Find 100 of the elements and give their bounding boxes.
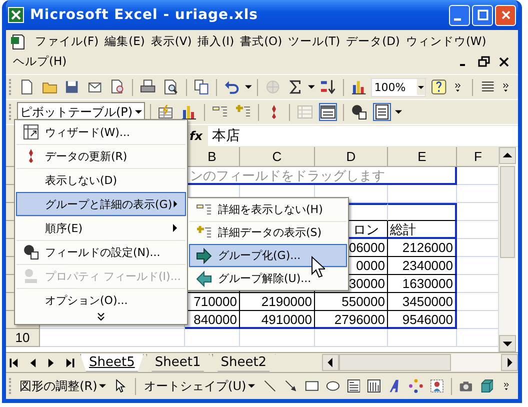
vertical-textbox-icon[interactable] bbox=[367, 378, 382, 394]
workbook-icon bbox=[10, 34, 26, 50]
cube-icon[interactable] bbox=[480, 378, 494, 394]
bar-chart-icon[interactable] bbox=[350, 79, 366, 95]
line-icon[interactable] bbox=[263, 378, 278, 394]
copy-icon[interactable] bbox=[194, 79, 210, 95]
maximize-icon bbox=[476, 8, 490, 22]
menu-item[interactable]: オプション(O)... bbox=[16, 288, 186, 312]
caret-icon bbox=[248, 384, 256, 388]
field-settings-icon bbox=[23, 244, 39, 260]
menu-item[interactable]: 編集(E) bbox=[102, 33, 148, 50]
sheet-tab[interactable]: Sheet2 bbox=[212, 354, 276, 372]
textbox-icon[interactable] bbox=[346, 378, 360, 394]
menu-item[interactable]: 順序(E) bbox=[16, 216, 186, 240]
column-header[interactable]: B bbox=[185, 147, 240, 167]
table-cell bbox=[388, 185, 457, 203]
menu-item[interactable]: ヘルプ(H) bbox=[10, 53, 70, 70]
undo-icon[interactable] bbox=[224, 79, 240, 95]
form-icon[interactable] bbox=[320, 104, 336, 120]
menu-item[interactable]: ファイル(F) bbox=[32, 33, 102, 50]
row-header[interactable]: 10 bbox=[6, 329, 40, 347]
table-cell: 3450000 bbox=[388, 293, 457, 311]
print-icon[interactable] bbox=[140, 79, 156, 95]
function-label: fx bbox=[188, 129, 204, 143]
menu-item[interactable]: 書式(O) bbox=[237, 33, 286, 50]
arrow-icon[interactable] bbox=[284, 378, 298, 394]
sheet-tab[interactable]: Sheet5 bbox=[80, 354, 144, 372]
table-cell: 1630000 bbox=[388, 275, 457, 293]
caret-icon bbox=[417, 79, 426, 95]
restore-icon[interactable] bbox=[478, 56, 490, 68]
menu-item[interactable]: グループ化(G)... bbox=[189, 244, 347, 267]
menu-item[interactable]: データ(D) bbox=[343, 33, 403, 50]
show-detail-icon bbox=[196, 224, 212, 240]
menu-item[interactable]: フィールドの設定(N)... bbox=[16, 240, 186, 264]
scroll-thumb[interactable] bbox=[339, 354, 451, 371]
field-list-icon[interactable] bbox=[374, 104, 390, 120]
menu-item[interactable]: ツール(T) bbox=[285, 33, 344, 50]
column-header[interactable]: F bbox=[457, 147, 498, 167]
diagram-icon[interactable] bbox=[409, 378, 424, 394]
right-arrow-icon bbox=[196, 248, 212, 264]
table-cell: 2796000 bbox=[315, 311, 388, 329]
window-title: Microsoft Excel - uriage.xls bbox=[30, 7, 258, 23]
arrange-menu-button[interactable]: 図形の調整(R) bbox=[16, 376, 110, 396]
menu-item[interactable]: 表示(V) bbox=[148, 33, 195, 50]
scroll-right-icon[interactable] bbox=[501, 354, 518, 371]
close-button[interactable] bbox=[495, 4, 516, 26]
caret-icon[interactable] bbox=[244, 85, 252, 89]
table-cell: 9546000 bbox=[388, 311, 457, 329]
sheet-tab[interactable]: Sheet1 bbox=[146, 354, 210, 372]
minimize-button[interactable] bbox=[449, 4, 470, 26]
caret-icon bbox=[134, 110, 142, 114]
menu-item[interactable]: データの更新(R) bbox=[16, 144, 186, 168]
column-header[interactable]: C bbox=[240, 147, 315, 167]
column-header[interactable]: D bbox=[315, 147, 388, 167]
help-icon[interactable] bbox=[431, 79, 447, 95]
scroll-down-icon[interactable] bbox=[499, 335, 516, 352]
save-icon[interactable] bbox=[64, 79, 80, 95]
menu-item[interactable]: ウィザード(W)... bbox=[16, 120, 186, 144]
print-preview-icon[interactable] bbox=[162, 79, 179, 95]
zoom-value: 100% bbox=[374, 80, 406, 94]
sum-icon[interactable] bbox=[287, 79, 304, 95]
scroll-up-icon[interactable] bbox=[499, 147, 516, 164]
menu-item[interactable]: 挿入(I) bbox=[194, 33, 238, 50]
table-cell: 2190000 bbox=[240, 293, 315, 311]
bar-chart-icon[interactable] bbox=[180, 104, 197, 120]
scroll-left-icon[interactable] bbox=[322, 354, 339, 371]
new-document-icon[interactable] bbox=[18, 79, 35, 95]
sort-icon[interactable] bbox=[320, 79, 336, 95]
expand-icon[interactable] bbox=[95, 312, 107, 322]
table-cell: 550000 bbox=[315, 293, 388, 311]
format-table-icon[interactable] bbox=[158, 104, 174, 120]
caret-icon bbox=[99, 384, 106, 388]
autoshapes-menu-button[interactable]: オートシェイプ(U) bbox=[141, 376, 258, 396]
menu-item[interactable]: グループと詳細の表示(G) bbox=[16, 192, 186, 216]
select-pointer-icon[interactable] bbox=[114, 378, 128, 394]
wizard-icon bbox=[23, 124, 39, 140]
caret-icon[interactable] bbox=[308, 85, 315, 89]
menu-item[interactable]: 詳細を表示しない(H) bbox=[189, 198, 347, 221]
maximize-button[interactable] bbox=[472, 4, 493, 26]
field-properties-icon bbox=[23, 268, 39, 284]
minimize-icon bbox=[454, 18, 461, 20]
rectangle-icon[interactable] bbox=[304, 378, 319, 394]
scroll-thumb[interactable] bbox=[500, 166, 515, 258]
hide-detail-icon bbox=[196, 202, 212, 218]
menu-item[interactable]: ウィンドウ(W) bbox=[402, 33, 490, 50]
caret-icon[interactable] bbox=[394, 110, 402, 114]
horizontal-scrollbar[interactable] bbox=[322, 354, 518, 371]
formula-field[interactable]: 本店 bbox=[208, 126, 518, 146]
field-settings-icon[interactable] bbox=[350, 104, 367, 120]
clip-art-icon[interactable] bbox=[430, 378, 444, 394]
excel-logo-icon bbox=[8, 7, 24, 23]
table-cell bbox=[388, 203, 457, 221]
close-icon[interactable] bbox=[498, 56, 510, 68]
zoom-box[interactable]: 100% bbox=[371, 78, 426, 96]
mouse-cursor-icon bbox=[311, 256, 325, 278]
table-cell bbox=[388, 329, 457, 347]
vertical-scrollbar[interactable] bbox=[498, 147, 516, 352]
column-header[interactable]: E bbox=[388, 147, 457, 167]
table-cell: 総計 bbox=[388, 221, 457, 239]
document-search-icon[interactable] bbox=[110, 79, 126, 95]
